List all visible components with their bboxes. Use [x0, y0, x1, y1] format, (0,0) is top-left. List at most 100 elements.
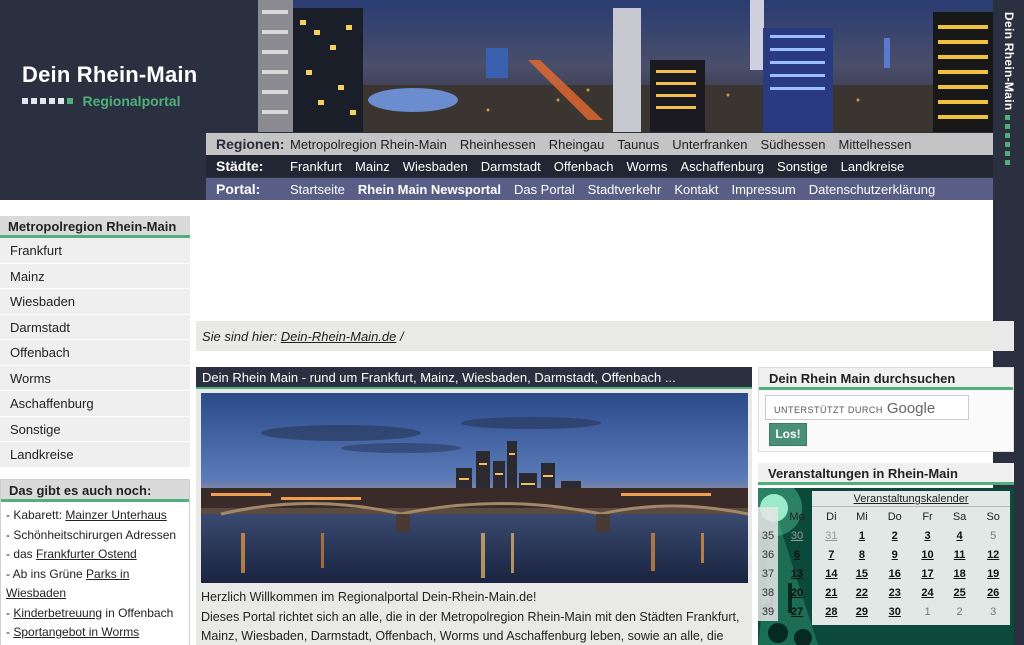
header-skyline-image [258, 0, 993, 132]
calendar-day[interactable]: 3 [912, 526, 943, 545]
sidebar-item-mainz[interactable]: Mainz [0, 263, 190, 289]
logo-title: Dein Rhein-Main [22, 62, 198, 87]
nav-staedte-landkreise[interactable]: Landkreise [841, 159, 905, 174]
calendar-day[interactable]: 1 [847, 526, 878, 545]
calendar-day[interactable]: 22 [847, 583, 878, 602]
nav-portal-impressum[interactable]: Impressum [731, 182, 795, 197]
nav-regionen-taunus[interactable]: Taunus [617, 137, 659, 152]
list-item: - Kinderbetreuung in Offenbach [6, 604, 183, 624]
nav-portal-startseite[interactable]: Startseite [290, 182, 345, 197]
calendar-day[interactable]: 15 [847, 564, 878, 583]
main-content: Dein Rhein Main - rund um Frankfurt, Mai… [196, 367, 752, 645]
extras-link-ostend[interactable]: Frankfurter Ostend [36, 547, 137, 561]
list-item: - Ab ins Grüne Parks in Wiesbaden [6, 565, 183, 604]
calendar-day: 2 [956, 605, 963, 618]
nav-staedte-worms[interactable]: Worms [626, 159, 667, 174]
calendar-day[interactable]: 26 [976, 583, 1010, 602]
nav-regionen-rheingau[interactable]: Rheingau [549, 137, 605, 152]
calendar-week-row: 35 30 31 1 2 3 4 5 [758, 526, 1010, 545]
calendar-day[interactable]: 30 [877, 602, 912, 621]
sidebar-item-frankfurt[interactable]: Frankfurt [0, 238, 190, 264]
calendar-day[interactable]: 30 [778, 526, 816, 545]
calendar-day[interactable]: 4 [943, 526, 977, 545]
nav-staedte-wiesbaden[interactable]: Wiesbaden [403, 159, 468, 174]
calendar-day[interactable]: 23 [877, 583, 912, 602]
nav-portal-datenschutz[interactable]: Datenschutzerklärung [809, 182, 935, 197]
calendar-day[interactable]: 17 [912, 564, 943, 583]
google-powered-text: UNTERSTÜTZT DURCH [774, 405, 883, 415]
calendar-day[interactable]: 2 [877, 526, 912, 545]
nav-regionen-metropolregion[interactable]: Metropolregion Rhein-Main [290, 137, 447, 152]
calendar-day[interactable]: 8 [847, 545, 878, 564]
sidebar-item-sonstige[interactable]: Sonstige [0, 416, 190, 442]
search-title: Dein Rhein Main durchsuchen [759, 368, 1013, 390]
extras-link-sport[interactable]: Sportangebot in Worms [13, 625, 139, 639]
nav-regionen-rheinhessen[interactable]: Rheinhessen [460, 137, 536, 152]
sidebar-item-offenbach[interactable]: Offenbach [0, 340, 190, 366]
nav-portal-das-portal[interactable]: Das Portal [514, 182, 575, 197]
nav-portal-newsportal[interactable]: Rhein Main Newsportal [358, 182, 501, 197]
calendar-day[interactable]: 20 [778, 583, 816, 602]
nav-staedte-offenbach[interactable]: Offenbach [554, 159, 614, 174]
sidebar-nav: Metropolregion Rhein-Main Frankfurt Main… [0, 216, 190, 468]
calendar-day[interactable]: 29 [847, 602, 878, 621]
calendar-day[interactable]: 9 [877, 545, 912, 564]
nav-portal-kontakt[interactable]: Kontakt [674, 182, 718, 197]
sidebar-item-worms[interactable]: Worms [0, 365, 190, 391]
sidebar-item-wiesbaden[interactable]: Wiesbaden [0, 289, 190, 315]
calendar-day[interactable]: 31 [816, 526, 847, 545]
site-logo[interactable]: Dein Rhein-Main Regionalportal [22, 62, 197, 110]
calendar-day[interactable]: 18 [943, 564, 977, 583]
google-search-input[interactable]: UNTERSTÜTZT DURCH Google [765, 395, 969, 420]
calendar-day[interactable]: 6 [778, 545, 816, 564]
list-item-text: - das [6, 547, 37, 561]
calendar-day[interactable]: 10 [912, 545, 943, 564]
nav-regionen-suedhessen[interactable]: Südhessen [760, 137, 825, 152]
nav-staedte-frankfurt[interactable]: Frankfurt [290, 159, 342, 174]
sidebar-title: Metropolregion Rhein-Main [0, 216, 190, 238]
logo-subtitle: Regionalportal [82, 92, 181, 109]
list-item-text: - Schönheitschirurgen Adressen [6, 527, 177, 542]
calendar-week-number: 37 [758, 564, 778, 583]
sidebar-item-darmstadt[interactable]: Darmstadt [0, 314, 190, 340]
calendar-day[interactable]: 11 [943, 545, 977, 564]
calendar-day[interactable]: 13 [778, 564, 816, 583]
calendar-day[interactable]: 24 [912, 583, 943, 602]
calendar-week-row: 39 27 28 29 30 1 2 3 [758, 602, 1010, 621]
nav-staedte-label: Städte: [216, 158, 264, 174]
extras-link-kinderbetreuung[interactable]: Kinderbetreuung [13, 606, 102, 620]
calendar-day[interactable]: 27 [778, 602, 816, 621]
nav-staedte-sonstige[interactable]: Sonstige [777, 159, 828, 174]
nav-staedte-aschaffenburg[interactable]: Aschaffenburg [680, 159, 764, 174]
calendar-week-number: 36 [758, 545, 778, 564]
main-text: Herzlich Willkommen im Regionalportal De… [201, 588, 747, 645]
calendar-day[interactable]: 21 [816, 583, 847, 602]
header: Dein Rhein-Main Regionalportal Regionen:… [0, 0, 993, 200]
breadcrumb-home-link[interactable]: Dein-Rhein-Main.de [281, 329, 397, 344]
calendar-day[interactable]: 7 [816, 545, 847, 564]
sidebar-item-aschaffenburg[interactable]: Aschaffenburg [0, 391, 190, 417]
calendar-title[interactable]: Veranstaltungskalender [812, 491, 1010, 507]
nav-regionen-mittelhessen[interactable]: Mittelhessen [839, 137, 912, 152]
events-background-image: Veranstaltungskalender Mo Di Mi Do Fr Sa… [758, 488, 1014, 645]
list-item: - Sportangebot in Worms [6, 623, 183, 643]
calendar-day[interactable]: 16 [877, 564, 912, 583]
list-item: - Kabarett: Mainzer Unterhaus [6, 506, 183, 526]
search-submit-button[interactable]: Los! [769, 423, 807, 446]
nav-portal-stadtverkehr[interactable]: Stadtverkehr [588, 182, 662, 197]
sidebar-item-landkreise[interactable]: Landkreise [0, 442, 190, 468]
list-item: - das Frankfurter Ostend [6, 545, 183, 565]
calendar-day[interactable]: 28 [816, 602, 847, 621]
weekday-di: Di [826, 510, 837, 523]
extras-link-unterhaus[interactable]: Mainzer Unterhaus [65, 508, 166, 522]
weekday-mi: Mi [856, 510, 868, 523]
nav-staedte-mainz[interactable]: Mainz [355, 159, 390, 174]
calendar-day[interactable]: 12 [976, 545, 1010, 564]
extras-box: Das gibt es auch noch: - Kabarett: Mainz… [0, 479, 190, 645]
calendar-day[interactable]: 19 [976, 564, 1010, 583]
calendar-day[interactable]: 14 [816, 564, 847, 583]
nav-staedte-darmstadt[interactable]: Darmstadt [481, 159, 541, 174]
nav-portal-label: Portal: [216, 181, 261, 197]
nav-regionen-unterfranken[interactable]: Unterfranken [672, 137, 747, 152]
calendar-day[interactable]: 25 [943, 583, 977, 602]
